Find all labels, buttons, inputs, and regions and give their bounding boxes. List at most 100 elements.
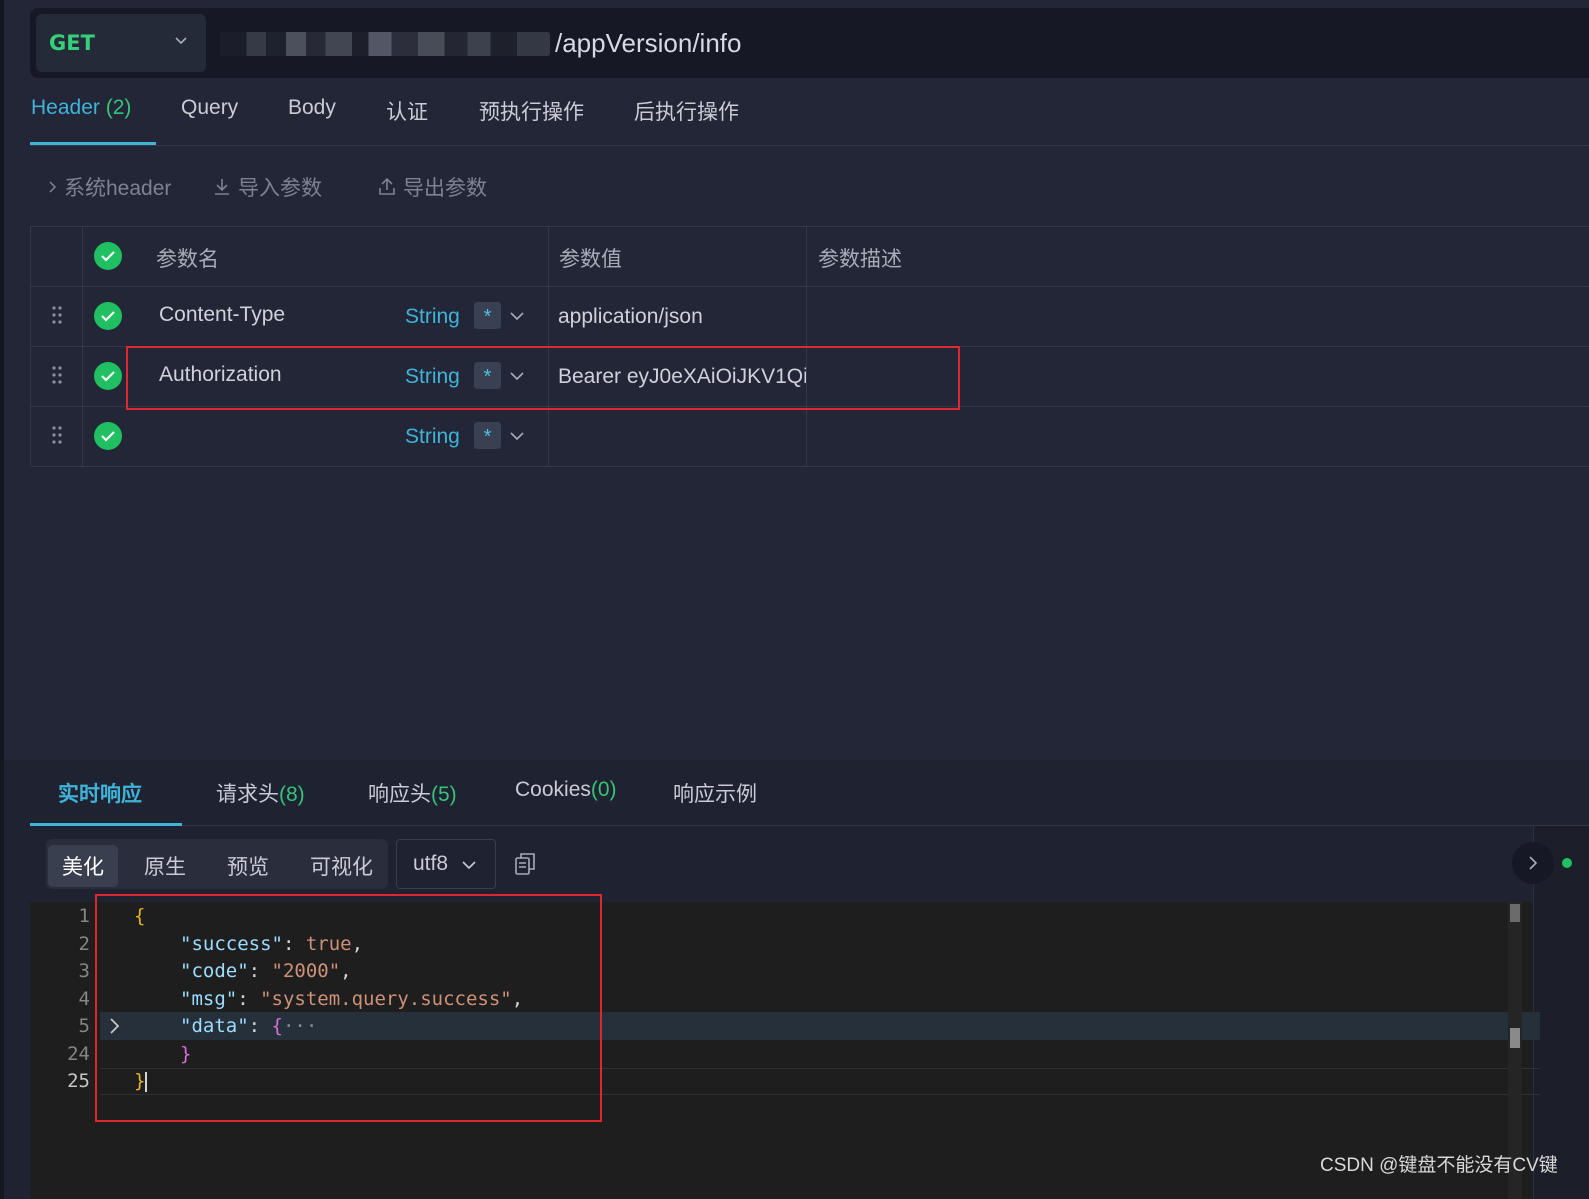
- column-divider: [806, 226, 807, 466]
- tab-header-count: (2): [105, 96, 132, 119]
- param-type[interactable]: String: [405, 425, 460, 449]
- tab-header-label: Header: [31, 96, 100, 119]
- column-divider: [548, 226, 549, 466]
- param-value[interactable]: Bearer eyJ0eXAiOiJKV1Qi: [558, 365, 808, 389]
- copy-icon[interactable]: [514, 852, 536, 876]
- url-path[interactable]: /appVersion/info: [555, 28, 741, 59]
- import-params-button[interactable]: 导入参数: [212, 172, 322, 202]
- url-host-redacted: [220, 32, 550, 56]
- header-param-value: 参数值: [559, 248, 622, 271]
- tab-body[interactable]: Body: [288, 96, 336, 120]
- required-toggle[interactable]: *: [474, 362, 501, 389]
- json-key: "code": [180, 960, 249, 982]
- url-bar[interactable]: GET /appVersion/info: [30, 8, 1589, 78]
- table-header-row: 参数名 参数值 参数描述: [31, 227, 1589, 287]
- export-params-label: 导出参数: [403, 177, 487, 200]
- export-params-button[interactable]: 导出参数: [377, 172, 487, 202]
- folded-ellipsis[interactable]: ···: [283, 1015, 317, 1037]
- code-line: }: [134, 1070, 148, 1092]
- mode-visualize[interactable]: 可视化: [310, 851, 373, 881]
- line-number: 3: [78, 960, 90, 982]
- param-name[interactable]: Content-Type: [159, 303, 285, 327]
- tab-pre-script[interactable]: 预执行操作: [479, 96, 584, 126]
- line-number: 1: [78, 905, 90, 927]
- row-enabled-checkbox[interactable]: [94, 362, 122, 390]
- cursor-line: [100, 1068, 1540, 1095]
- chevron-down-icon[interactable]: [509, 369, 525, 383]
- tab-post-script[interactable]: 后执行操作: [634, 96, 739, 126]
- tab-query[interactable]: Query: [181, 96, 238, 120]
- tab-response-headers-count: (5): [431, 783, 457, 806]
- json-value: true: [305, 933, 352, 955]
- param-name[interactable]: Authorization: [159, 363, 282, 387]
- mode-pretty[interactable]: 美化: [48, 845, 118, 887]
- mode-raw[interactable]: 原生: [144, 851, 186, 881]
- tab-auth[interactable]: 认证: [386, 96, 428, 126]
- json-brace: }: [134, 1070, 146, 1092]
- json-value: "2000": [271, 960, 341, 982]
- code-line: }: [180, 1043, 191, 1065]
- text-cursor: [145, 1071, 148, 1092]
- left-edge: [0, 0, 4, 1199]
- line-number: 24: [67, 1043, 90, 1065]
- response-editor[interactable]: 1 2 3 4 5 24 25 { "success": true, "code…: [30, 902, 1540, 1199]
- system-header-label: 系统header: [64, 177, 172, 200]
- row-enabled-checkbox[interactable]: [94, 422, 122, 450]
- encoding-value: utf8: [413, 852, 449, 875]
- scrollbar-thumb[interactable]: [1510, 904, 1520, 922]
- drag-handle-icon[interactable]: [51, 365, 63, 385]
- view-mode-group: 美化 原生 预览 可视化: [46, 839, 388, 889]
- param-type[interactable]: String: [405, 365, 460, 389]
- encoding-select[interactable]: utf8: [396, 839, 496, 889]
- check-icon: [101, 371, 115, 382]
- tab-request-headers[interactable]: 请求头(8): [216, 778, 305, 808]
- tab-request-headers-label: 请求头: [216, 783, 279, 806]
- tab-response-examples[interactable]: 响应示例: [673, 778, 757, 808]
- check-icon: [101, 251, 115, 262]
- chevron-down-icon[interactable]: [509, 309, 525, 323]
- system-header-toggle[interactable]: 系统header: [48, 172, 171, 202]
- line-number-gutter: 1 2 3 4 5 24 25: [30, 902, 100, 1199]
- expand-panel-button[interactable]: [1512, 842, 1554, 884]
- tab-response-headers-label: 响应头: [368, 783, 431, 806]
- drag-handle-icon[interactable]: [51, 425, 63, 445]
- tab-cookies[interactable]: Cookies(0): [515, 778, 617, 802]
- row-enabled-checkbox[interactable]: [94, 302, 122, 330]
- param-value[interactable]: application/json: [558, 305, 703, 329]
- active-tab-indicator: [30, 142, 156, 145]
- chevron-down-icon: [462, 861, 476, 870]
- table-row: Authorization String * Bearer eyJ0eXAiOi…: [31, 347, 1589, 407]
- fold-chevron-icon[interactable]: [108, 1016, 122, 1036]
- header-param-name: 参数名: [156, 248, 219, 271]
- param-type[interactable]: String: [405, 305, 460, 329]
- json-brace: }: [180, 1043, 192, 1065]
- code-line: {: [134, 905, 145, 927]
- tab-response-headers[interactable]: 响应头(5): [368, 778, 457, 808]
- method-select[interactable]: GET: [36, 14, 206, 72]
- chevron-down-icon: [175, 37, 187, 45]
- upload-icon: [379, 177, 395, 195]
- tab-cookies-label: Cookies: [515, 778, 591, 801]
- json-key: "success": [180, 933, 283, 955]
- code-line: "code": "2000",: [180, 960, 352, 982]
- request-tabs: Header (2) Query Body 认证 预执行操作 后执行操作: [30, 90, 1589, 146]
- json-key: "msg": [180, 988, 238, 1010]
- mode-preview[interactable]: 预览: [227, 851, 269, 881]
- chevron-right-icon: [49, 181, 57, 193]
- select-all-checkbox[interactable]: [94, 242, 122, 270]
- required-toggle[interactable]: *: [474, 302, 501, 329]
- required-toggle[interactable]: *: [474, 422, 501, 449]
- check-icon: [101, 431, 115, 442]
- drag-handle-icon[interactable]: [51, 305, 63, 325]
- line-number: 25: [67, 1070, 90, 1092]
- code-line: "success": true,: [180, 933, 364, 955]
- params-table: 参数名 参数值 参数描述 Content-Type String * appli…: [30, 226, 1589, 467]
- json-key: "data": [180, 1015, 249, 1037]
- tab-request-headers-count: (8): [279, 783, 305, 806]
- json-brace: {: [271, 1015, 283, 1037]
- tab-live-response[interactable]: 实时响应: [58, 778, 142, 808]
- table-row: Content-Type String * application/json: [31, 287, 1589, 347]
- table-row: String *: [31, 407, 1589, 467]
- chevron-down-icon[interactable]: [509, 429, 525, 443]
- tab-header[interactable]: Header (2): [31, 96, 131, 120]
